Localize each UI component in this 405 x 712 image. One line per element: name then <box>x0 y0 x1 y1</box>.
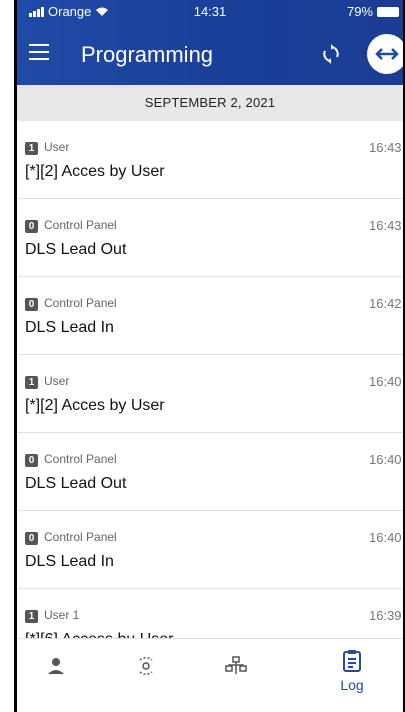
log-source: Control Panel <box>44 530 117 544</box>
log-source: Control Panel <box>44 452 117 466</box>
frame-left-border <box>0 0 17 712</box>
log-item[interactable]: 0 Control Panel 16:40 DLS Lead Out <box>17 433 403 511</box>
app-bar: Programming <box>17 30 403 78</box>
network-icon <box>225 656 247 674</box>
bottom-nav: Log <box>17 638 403 712</box>
log-item[interactable]: 0 Control Panel 16:40 DLS Lead In <box>17 511 403 589</box>
log-description: [*][2] Acces by User <box>25 163 165 180</box>
log-description: DLS Lead In <box>25 553 114 570</box>
log-time: 16:43 <box>369 218 402 233</box>
person-icon <box>48 658 64 674</box>
log-list: 1 User 16:43 [*][2] Acces by User 0 Cont… <box>17 121 403 667</box>
date-header: SEPTEMBER 2, 2021 <box>17 85 403 121</box>
log-item[interactable]: 1 User 16:40 [*][2] Acces by User <box>17 355 403 433</box>
status-battery: 79% <box>347 4 399 19</box>
header: Orange 14:31 79% Programming <box>17 0 403 85</box>
nav-log-label: Log <box>340 677 364 693</box>
battery-percent: 79% <box>346 4 373 19</box>
log-time: 16:40 <box>369 452 402 467</box>
log-source: Control Panel <box>44 218 117 232</box>
log-time: 16:43 <box>369 140 402 155</box>
log-source: Control Panel <box>44 296 117 310</box>
sync-icon[interactable] <box>317 40 345 68</box>
battery-icon <box>377 6 399 17</box>
log-badge: 0 <box>25 298 38 311</box>
log-time: 16:42 <box>369 296 402 311</box>
log-time: 16:40 <box>369 374 402 389</box>
nav-network[interactable] <box>211 649 261 705</box>
phone-screen: Orange 14:31 79% Programming SEPTEMBER 2… <box>0 0 405 712</box>
status-bar: Orange 14:31 79% <box>17 0 403 22</box>
log-source: User <box>44 374 70 388</box>
status-time: 14:31 <box>193 4 227 19</box>
log-item[interactable]: 0 Control Panel 16:42 DLS Lead In <box>17 277 403 355</box>
clipboard-list-icon <box>343 650 361 672</box>
log-time: 16:39 <box>369 608 402 623</box>
log-description: DLS Lead Out <box>25 241 127 258</box>
log-item[interactable]: 1 User 16:43 [*][2] Acces by User <box>17 121 403 199</box>
nav-sensor[interactable] <box>121 649 171 705</box>
hamburger-icon[interactable] <box>29 44 49 60</box>
log-badge: 1 <box>25 142 38 155</box>
sensor-icon <box>139 656 153 676</box>
log-badge: 1 <box>25 376 38 389</box>
log-source: User 1 <box>44 608 80 622</box>
nav-user[interactable] <box>31 649 81 705</box>
page-title: Programming <box>81 42 214 67</box>
log-source: User <box>44 140 70 154</box>
log-badge: 0 <box>25 220 38 233</box>
log-badge: 0 <box>25 532 38 545</box>
log-item[interactable]: 0 Control Panel 16:43 DLS Lead Out <box>17 199 403 277</box>
log-time: 16:40 <box>369 530 402 545</box>
log-badge: 0 <box>25 454 38 467</box>
log-description: DLS Lead Out <box>25 475 127 492</box>
app-screen: Orange 14:31 79% Programming SEPTEMBER 2… <box>17 0 403 712</box>
swap-horizontal-icon[interactable] <box>367 34 403 74</box>
log-description: [*][2] Acces by User <box>25 397 165 414</box>
log-badge: 1 <box>25 610 38 623</box>
log-description: DLS Lead In <box>25 319 114 336</box>
nav-log[interactable]: Log <box>327 649 377 705</box>
